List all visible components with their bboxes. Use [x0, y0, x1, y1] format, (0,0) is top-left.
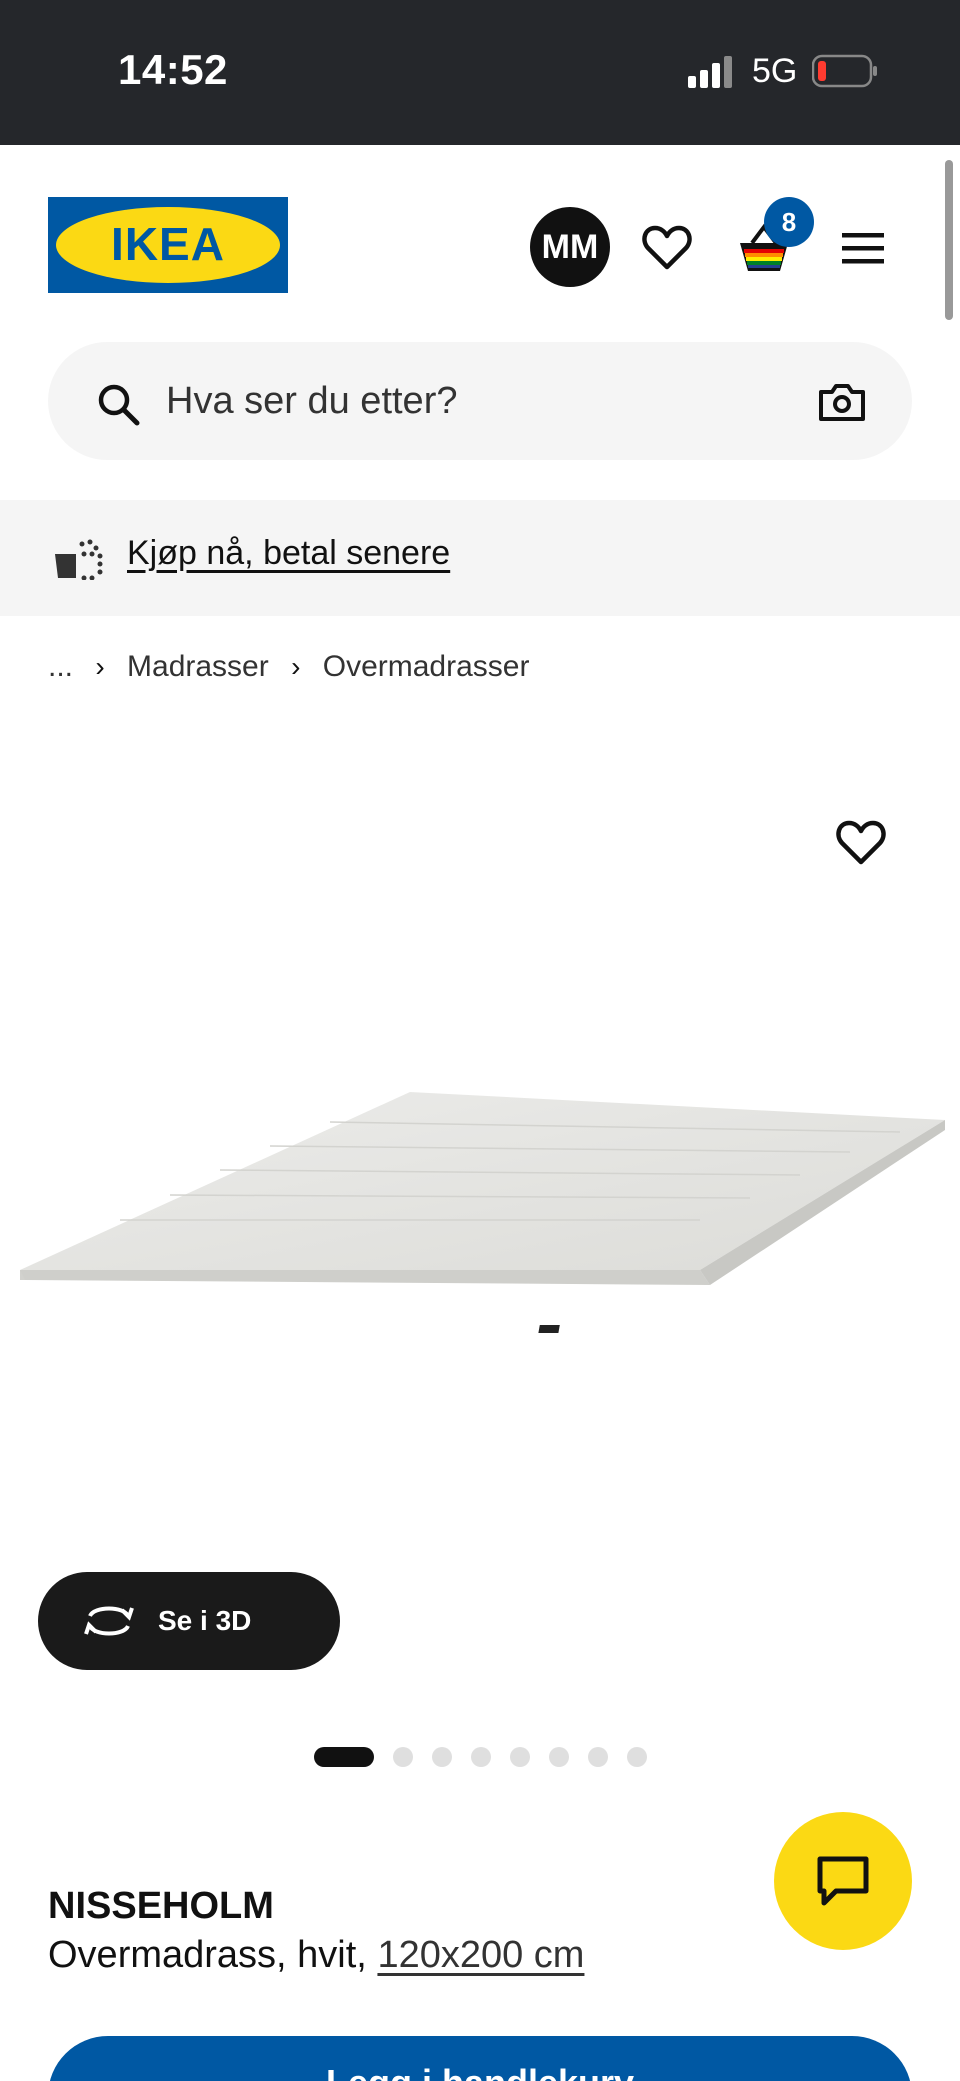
gallery-dot[interactable] [510, 1747, 530, 1767]
scroll-indicator[interactable] [945, 160, 953, 320]
product-image-mattress [20, 1092, 945, 1333]
camera-search-icon[interactable] [818, 382, 866, 422]
chat-button[interactable] [774, 1812, 912, 1950]
status-time: 14:52 [118, 46, 228, 93]
product-description: Overmadrass, hvit, 120x200 cm [48, 1934, 584, 1977]
account-avatar[interactable]: MM [530, 207, 610, 287]
wishlist-heart-icon[interactable] [642, 223, 692, 271]
search-input[interactable]: Hva ser du etter? [166, 380, 457, 423]
breadcrumb: ... › Madrasser › Overmadrasser [48, 650, 529, 684]
menu-hamburger-icon[interactable] [842, 231, 884, 265]
breadcrumb-item-madrasser[interactable]: Madrasser [127, 650, 269, 684]
view-in-3d-button[interactable]: Se i 3D [38, 1572, 340, 1670]
ikea-logo[interactable]: IKEA [48, 197, 288, 293]
search-icon [98, 384, 140, 426]
chat-bubble-icon [817, 1856, 869, 1906]
gallery-dot[interactable] [549, 1747, 569, 1767]
add-to-cart-button[interactable]: Legg i handlekurv [48, 2036, 912, 2081]
product-name: NISSEHOLM [48, 1885, 274, 1927]
network-label: 5G [752, 52, 798, 90]
buy-now-pay-later-link[interactable]: Kjøp nå, betal senere [127, 534, 450, 573]
view-in-3d-label: Se i 3D [158, 1605, 252, 1636]
rotate-3d-icon [84, 1606, 134, 1636]
gallery-dot[interactable] [314, 1747, 374, 1767]
product-size-link[interactable]: 120x200 cm [377, 1934, 584, 1976]
gallery-dot[interactable] [432, 1747, 452, 1767]
battery-icon [812, 54, 877, 88]
gallery-dot[interactable] [471, 1747, 491, 1767]
chevron-right-icon: › [95, 651, 105, 682]
gallery-dot[interactable] [588, 1747, 608, 1767]
breadcrumb-ellipsis[interactable]: ... [48, 650, 73, 684]
cart-count-badge: 8 [764, 197, 814, 247]
search-bar[interactable]: Hva ser du etter? [48, 342, 912, 460]
site-header: IKEA MM 8 [0, 145, 960, 320]
breadcrumb-item-overmadrasser[interactable]: Overmadrasser [323, 650, 530, 684]
product-description-text: Overmadrass, hvit, [48, 1934, 367, 1976]
signal-icon [688, 56, 732, 88]
gallery-dot[interactable] [393, 1747, 413, 1767]
logo-text: IKEA [111, 218, 225, 270]
gallery-pagination[interactable] [314, 1745, 666, 1769]
promo-banner: Kjøp nå, betal senere [0, 500, 960, 616]
chevron-right-icon: › [291, 651, 301, 682]
shopping-bag-icon [55, 539, 103, 580]
status-bar: 14:52 5G [0, 0, 960, 145]
gallery-dot[interactable] [627, 1747, 647, 1767]
product-gallery[interactable]: Se i 3D [0, 760, 960, 1710]
favourite-heart-icon[interactable] [834, 818, 888, 866]
